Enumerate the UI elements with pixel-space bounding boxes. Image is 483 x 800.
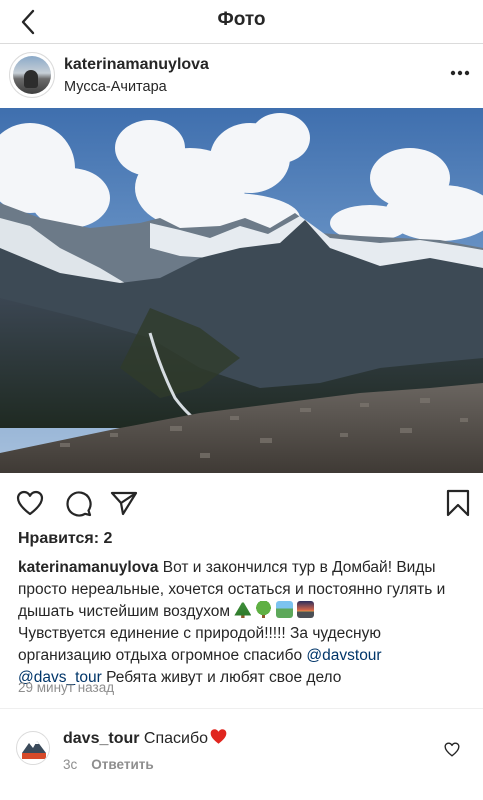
mountain-landscape-image: [0, 108, 483, 473]
page-title: Фото: [217, 9, 266, 30]
reply-button[interactable]: Ответить: [91, 757, 153, 772]
heart-outline-icon: [444, 742, 460, 756]
post-caption: katerinamanuylova Вот и закончился тур в…: [18, 557, 468, 689]
post-timestamp: 29 минут назад: [18, 680, 115, 695]
comment-username[interactable]: davs_tour: [63, 730, 139, 747]
comment-meta: 3с Ответить: [63, 757, 154, 772]
commenter-avatar[interactable]: [16, 731, 50, 765]
evergreen-tree-icon: [234, 601, 252, 618]
bookmark-icon: [446, 489, 470, 517]
comment-like-button[interactable]: [443, 740, 461, 758]
comment-time: 3с: [63, 757, 78, 772]
national-park-icon: [276, 601, 294, 618]
save-button[interactable]: [442, 487, 474, 519]
heart-icon: [16, 490, 44, 516]
caption-username[interactable]: katerinamanuylova: [18, 559, 158, 576]
likes-count[interactable]: Нравится: 2: [18, 530, 112, 548]
sunset-icon: [297, 601, 315, 618]
divider: [0, 708, 483, 709]
post-action-bar: [0, 483, 483, 523]
comment-button[interactable]: [62, 487, 94, 519]
more-options-button[interactable]: [447, 60, 473, 86]
mention-davstour[interactable]: @davstour: [306, 647, 381, 664]
post-photo[interactable]: [0, 108, 483, 473]
deciduous-tree-icon: [255, 601, 273, 618]
ellipsis-icon: [450, 70, 470, 76]
paper-plane-icon: [110, 491, 138, 516]
author-avatar[interactable]: [9, 52, 55, 98]
comment-bubble-icon: [66, 491, 92, 517]
comment-body: Спасибо: [143, 730, 209, 747]
like-button[interactable]: [14, 487, 46, 519]
post-header: katerinamanuylova Мусса-Ачитара: [0, 52, 483, 100]
red-heart-icon: [210, 729, 227, 744]
comment-text: davs_tour Спасибо: [63, 728, 228, 748]
davs-tour-logo-icon: [18, 733, 49, 764]
top-bar: Фото: [0, 0, 483, 44]
share-button[interactable]: [108, 487, 140, 519]
author-username[interactable]: katerinamanuylova: [64, 56, 209, 74]
caption-text-3: Ребята живут и любят свое дело: [101, 669, 342, 686]
post-location[interactable]: Мусса-Ачитара: [64, 79, 167, 95]
avatar-image: [13, 56, 51, 94]
